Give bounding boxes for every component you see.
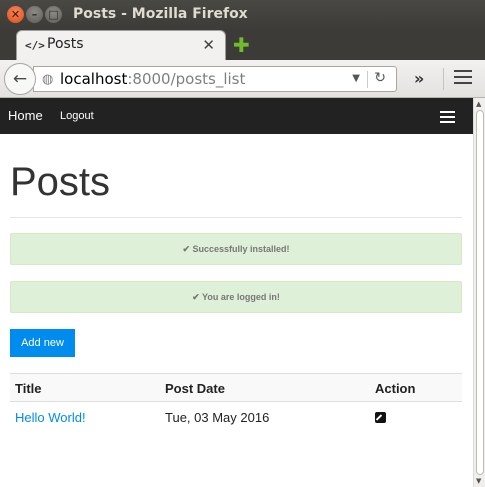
- toolbar-divider: [443, 68, 444, 90]
- window-close-button[interactable]: ✕: [7, 6, 24, 23]
- table-header: Title Post Date Action: [10, 373, 462, 402]
- window-title: Posts - Mozilla Firefox: [73, 6, 248, 22]
- reload-icon[interactable]: ↻: [374, 70, 386, 86]
- posts-table: Title Post Date Action Hello World! Tue,…: [10, 373, 462, 432]
- header-post-date: Post Date: [165, 381, 225, 396]
- url-history-dropdown-icon[interactable]: ▼: [352, 73, 360, 84]
- tab-posts[interactable]: </> Posts ✕: [16, 30, 226, 60]
- alert-installed: ✔ Successfully installed!: [10, 233, 462, 265]
- url-host: localhost: [60, 70, 128, 88]
- post-title-link[interactable]: Hello World!: [15, 410, 86, 425]
- post-date: Tue, 03 May 2016: [165, 410, 270, 425]
- header-title: Title: [15, 381, 42, 396]
- browser-navbar: ◍ localhost:8000/posts_list ▼ ↻ ← »: [0, 60, 485, 98]
- url-path: :8000/posts_list: [127, 70, 246, 88]
- new-tab-button[interactable]: ✚: [233, 33, 250, 57]
- divider: [10, 217, 462, 218]
- header-action: Action: [375, 381, 416, 396]
- url-divider: [367, 71, 368, 88]
- alert-logged-in: ✔ You are logged in!: [10, 281, 462, 313]
- code-icon: </>: [25, 39, 45, 52]
- page-viewport: Home Logout Posts ✔ Successfully install…: [0, 98, 485, 487]
- tab-strip: </> Posts ✕ ✚: [0, 30, 485, 60]
- scroll-up-icon[interactable]: ▲: [476, 100, 481, 108]
- window-maximize-button[interactable]: □: [45, 6, 62, 23]
- tab-label: Posts: [47, 36, 84, 52]
- hamburger-icon[interactable]: [440, 111, 455, 126]
- page-scrollbar[interactable]: ▲ ▼: [473, 98, 485, 487]
- nav-home-link[interactable]: Home: [8, 108, 43, 123]
- table-row: Hello World! Tue, 03 May 2016: [10, 402, 462, 432]
- add-new-button[interactable]: Add new: [10, 329, 75, 357]
- overflow-chevron-icon[interactable]: »: [414, 69, 424, 88]
- browser-menu-icon[interactable]: [454, 70, 472, 88]
- url-bar[interactable]: ◍ localhost:8000/posts_list ▼ ↻: [33, 66, 397, 92]
- window-minimize-button[interactable]: –: [26, 6, 43, 23]
- window-titlebar: ✕ – □ Posts - Mozilla Firefox: [0, 0, 485, 30]
- edit-icon[interactable]: [375, 412, 386, 423]
- scrollbar-thumb[interactable]: [476, 110, 484, 475]
- globe-icon: ◍: [42, 72, 54, 87]
- scroll-down-icon[interactable]: ▼: [476, 477, 481, 485]
- site-navbar: Home Logout: [0, 98, 473, 134]
- page-title: Posts: [10, 160, 111, 204]
- url-text[interactable]: localhost:8000/posts_list: [60, 70, 245, 88]
- back-button[interactable]: ←: [4, 63, 36, 95]
- tab-close-icon[interactable]: ✕: [202, 36, 215, 54]
- nav-logout-link[interactable]: Logout: [60, 110, 94, 122]
